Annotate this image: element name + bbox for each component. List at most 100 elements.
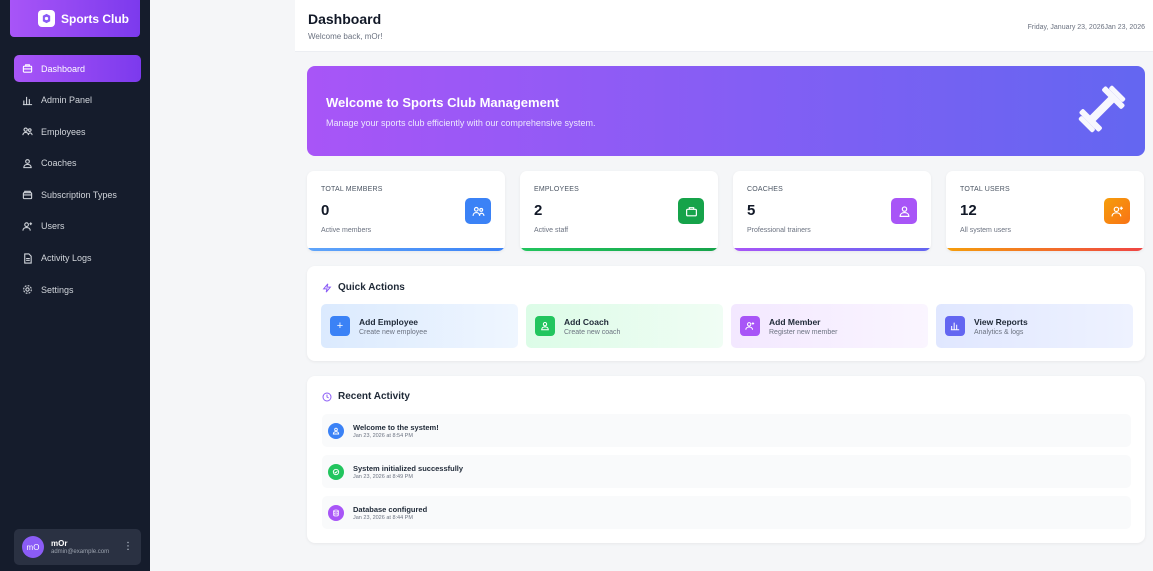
gear-icon — [23, 285, 32, 295]
sidebar-item-label: Users — [41, 221, 65, 232]
action-title: Add Coach — [564, 316, 609, 327]
user-profile-card[interactable]: mO mOr admin@example.com ⋮ — [14, 529, 141, 565]
activity-time: Jan 23, 2026 at 8:49 PM — [353, 473, 413, 480]
sidebar-item-subscription-types[interactable]: Subscription Types — [14, 181, 141, 208]
page-title: Dashboard — [308, 11, 382, 27]
sidebar-item-users[interactable]: Users — [14, 213, 141, 240]
stat-accent-bar — [520, 248, 718, 251]
add-employee-button[interactable]: + Add Employee Create new employee — [321, 304, 518, 348]
user-name: mOr — [51, 539, 68, 548]
stat-label: EMPLOYEES — [534, 186, 579, 193]
sidebar-item-coaches[interactable]: Coaches — [14, 150, 141, 177]
clock-icon — [322, 391, 332, 402]
sidebar-item-label: Dashboard — [41, 63, 86, 74]
activity-item: Welcome to the system! Jan 23, 2026 at 8… — [322, 414, 1131, 447]
add-member-button[interactable]: Add Member Register new member — [731, 304, 928, 348]
stat-label: COACHES — [747, 186, 784, 193]
banner-subtitle: Manage your sports club efficiently with… — [326, 118, 596, 128]
stat-accent-bar — [733, 248, 931, 251]
sidebar-item-admin-panel[interactable]: Admin Panel — [14, 87, 141, 114]
members-icon — [465, 198, 491, 224]
quick-actions-title: Quick Actions — [322, 282, 405, 293]
action-subtitle: Analytics & logs — [974, 328, 1024, 336]
stat-card-total-members: TOTAL MEMBERS 0 Active members — [307, 171, 505, 251]
sidebar: Sports Club Dashboard Admin Panel Employ… — [0, 0, 150, 571]
page-subtitle: Welcome back, mOr! — [308, 32, 383, 41]
sidebar-item-label: Settings — [41, 284, 74, 295]
sidebar-item-settings[interactable]: Settings — [14, 276, 141, 303]
sidebar-item-label: Subscription Types — [41, 189, 117, 200]
user-email: admin@example.com — [51, 549, 110, 555]
avatar: mO — [22, 536, 44, 558]
users-icon — [22, 127, 33, 136]
activity-title: Welcome to the system! — [353, 422, 439, 432]
stat-card-coaches: COACHES 5 Professional trainers — [733, 171, 931, 251]
check-circle-icon — [328, 463, 344, 480]
stat-label: TOTAL USERS — [960, 186, 1010, 193]
stat-description: Active members — [321, 227, 372, 234]
stat-value: 2 — [534, 202, 543, 219]
plus-icon: + — [330, 316, 350, 336]
sidebar-item-label: Activity Logs — [41, 253, 92, 264]
add-coach-button[interactable]: Add Coach Create new coach — [526, 304, 723, 348]
bar-chart-icon — [22, 96, 33, 105]
stat-accent-bar — [307, 248, 505, 251]
sidebar-item-label: Admin Panel — [41, 95, 93, 106]
user-plus-icon — [22, 222, 33, 231]
action-subtitle: Create new coach — [564, 328, 621, 336]
sidebar-item-dashboard[interactable]: Dashboard — [14, 55, 141, 82]
briefcase-icon — [678, 198, 704, 224]
bar-chart-icon — [945, 316, 965, 336]
user-icon — [535, 316, 555, 336]
brand[interactable]: Sports Club — [10, 0, 140, 37]
user-icon — [891, 198, 917, 224]
sidebar-nav: Dashboard Admin Panel Employees Coaches … — [14, 55, 141, 308]
recent-activity-panel: Recent Activity Welcome to the system! J… — [307, 376, 1145, 543]
stat-card-total-users: TOTAL USERS 12 All system users — [946, 171, 1144, 251]
activity-item: System initialized successfully Jan 23, … — [322, 455, 1131, 488]
stat-accent-bar — [946, 248, 1144, 251]
activity-title: Database configured — [353, 504, 428, 514]
user-plus-icon — [1104, 198, 1130, 224]
package-icon — [22, 191, 33, 200]
action-title: Add Member — [769, 316, 821, 327]
lightning-icon — [322, 283, 332, 292]
current-date: Friday, January 23, 2026Jan 23, 2026 — [1027, 24, 1145, 31]
stat-description: Active staff — [534, 227, 569, 234]
more-options-icon[interactable]: ⋮ — [123, 542, 133, 552]
banner-title: Welcome to Sports Club Management — [326, 95, 560, 110]
activity-item: Database configured Jan 23, 2026 at 8:44… — [322, 496, 1131, 529]
sidebar-item-activity-logs[interactable]: Activity Logs — [14, 245, 141, 272]
stat-label: TOTAL MEMBERS — [321, 186, 383, 193]
action-subtitle: Register new member — [769, 328, 838, 336]
user-plus-icon — [740, 316, 760, 336]
stat-value: 0 — [321, 202, 330, 219]
quick-actions-panel: Quick Actions + Add Employee Create new … — [307, 266, 1145, 361]
user-info: mOr admin@example.com — [51, 539, 123, 555]
sidebar-item-employees[interactable]: Employees — [14, 118, 141, 145]
recent-activity-title: Recent Activity — [322, 391, 410, 402]
database-icon — [328, 504, 344, 521]
view-reports-button[interactable]: View Reports Analytics & logs — [936, 304, 1133, 348]
stat-description: All system users — [960, 227, 1011, 234]
file-text-icon — [24, 252, 32, 264]
activity-title: System initialized successfully — [353, 463, 464, 473]
activity-time: Jan 23, 2026 at 8:44 PM — [353, 514, 413, 521]
sidebar-item-label: Employees — [41, 126, 86, 137]
activity-time: Jan 23, 2026 at 8:54 PM — [353, 432, 413, 439]
briefcase-icon — [22, 64, 33, 73]
dumbbell-icon — [1078, 85, 1126, 133]
sidebar-item-label: Coaches — [41, 158, 77, 169]
stat-card-employees: EMPLOYEES 2 Active staff — [520, 171, 718, 251]
action-subtitle: Create new employee — [359, 328, 428, 336]
stat-value: 12 — [960, 202, 977, 219]
welcome-banner: Welcome to Sports Club Management Manage… — [307, 66, 1145, 156]
page-header: Dashboard Welcome back, mOr! Friday, Jan… — [295, 0, 1153, 52]
user-icon — [328, 422, 344, 439]
stat-description: Professional trainers — [747, 227, 811, 234]
action-title: View Reports — [974, 316, 1028, 327]
stat-value: 5 — [747, 202, 756, 219]
brand-name: Sports Club — [61, 11, 129, 26]
user-icon — [23, 158, 32, 168]
logo-icon — [38, 10, 55, 27]
